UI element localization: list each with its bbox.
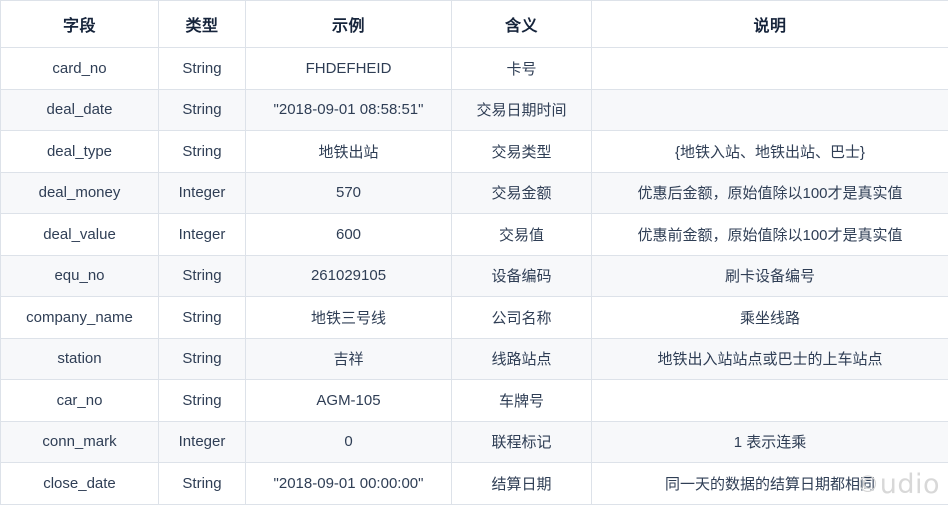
cell-type: String <box>158 254 246 297</box>
cell-example: 0 <box>245 420 452 463</box>
table-row: card_no String FHDEFHEID 卡号 <box>0 47 948 90</box>
cell-example: AGM-105 <box>245 379 452 422</box>
column-header-example: 示例 <box>245 0 452 48</box>
cell-example: 600 <box>245 213 452 256</box>
cell-field: car_no <box>0 379 159 422</box>
cell-type: Integer <box>158 213 246 256</box>
cell-example: 570 <box>245 171 452 214</box>
cell-field: deal_money <box>0 171 159 214</box>
cell-meaning: 设备编码 <box>451 254 592 297</box>
cell-field: conn_mark <box>0 420 159 463</box>
cell-field: deal_value <box>0 213 159 256</box>
cell-meaning: 结算日期 <box>451 462 592 505</box>
cell-meaning: 交易值 <box>451 213 592 256</box>
cell-type: String <box>158 296 246 339</box>
cell-description: 刷卡设备编号 <box>591 254 948 297</box>
cell-example: 地铁三号线 <box>245 296 452 339</box>
table-row: deal_type String 地铁出站 交易类型 {地铁入站、地铁出站、巴士} <box>0 130 948 173</box>
cell-type: String <box>158 47 246 90</box>
table-row: deal_money Integer 570 交易金额 优惠后金额，原始值除以100才是… <box>0 171 948 214</box>
cell-type: String <box>158 88 246 131</box>
table-row: deal_date String "2018-09-01 08:58:51" 交易日期… <box>0 88 948 131</box>
cell-example: "2018-09-01 08:58:51" <box>245 88 452 131</box>
cell-meaning: 公司名称 <box>451 296 592 339</box>
cell-description <box>591 379 948 422</box>
cell-example: FHDEFHEID <box>245 47 452 90</box>
cell-meaning: 交易金额 <box>451 171 592 214</box>
column-header-type: 类型 <box>158 0 246 48</box>
table-row: close_date String "2018-09-01 00:00:00" 结算日… <box>0 462 948 505</box>
cell-field: equ_no <box>0 254 159 297</box>
cell-meaning: 线路站点 <box>451 337 592 380</box>
table-row: deal_value Integer 600 交易值 优惠前金额，原始值除以100才是真… <box>0 213 948 256</box>
column-header-description: 说明 <box>591 0 948 48</box>
cell-example: 地铁出站 <box>245 130 452 173</box>
cell-example: 吉祥 <box>245 337 452 380</box>
cell-description: 优惠后金额，原始值除以100才是真实值 <box>591 171 948 214</box>
cell-type: String <box>158 462 246 505</box>
cell-field: station <box>0 337 159 380</box>
cell-type: String <box>158 379 246 422</box>
table-header: 字段 类型 示例 含义 说明 <box>0 0 948 48</box>
table-row: company_name String 地铁三号线 公司名称 乘坐线路 <box>0 296 948 339</box>
cell-description: 同一天的数据的结算日期都相同 <box>591 462 948 505</box>
column-header-meaning: 含义 <box>451 0 592 48</box>
cell-description: {地铁入站、地铁出站、巴士} <box>591 130 948 173</box>
cell-field: close_date <box>0 462 159 505</box>
cell-type: String <box>158 337 246 380</box>
table-body: card_no String FHDEFHEID 卡号 deal_date String "… <box>0 47 948 505</box>
table-row: car_no String AGM-105 车牌号 <box>0 379 948 422</box>
cell-example: "2018-09-01 00:00:00" <box>245 462 452 505</box>
cell-meaning: 车牌号 <box>451 379 592 422</box>
field-spec-table: 字段 类型 示例 含义 说明 card_no String FHDEFHEID 卡号 d… <box>0 0 948 505</box>
cell-meaning: 交易类型 <box>451 130 592 173</box>
cell-meaning: 联程标记 <box>451 420 592 463</box>
cell-type: Integer <box>158 171 246 214</box>
cell-example: 261029105 <box>245 254 452 297</box>
cell-type: String <box>158 130 246 173</box>
cell-description: 地铁出入站站点或巴士的上车站点 <box>591 337 948 380</box>
cell-meaning: 卡号 <box>451 47 592 90</box>
cell-field: deal_date <box>0 88 159 131</box>
cell-field: card_no <box>0 47 159 90</box>
cell-field: company_name <box>0 296 159 339</box>
table-row: station String 吉祥 线路站点 地铁出入站站点或巴士的上车站点 <box>0 337 948 380</box>
cell-description: 优惠前金额，原始值除以100才是真实值 <box>591 213 948 256</box>
column-header-field: 字段 <box>0 0 159 48</box>
cell-description <box>591 88 948 131</box>
cell-meaning: 交易日期时间 <box>451 88 592 131</box>
cell-description <box>591 47 948 90</box>
spec-table-page: 字段 类型 示例 含义 说明 card_no String FHDEFHEID 卡号 d… <box>0 0 948 506</box>
table-row: conn_mark Integer 0 联程标记 1 表示连乘 <box>0 420 948 463</box>
table-header-row: 字段 类型 示例 含义 说明 <box>0 0 948 48</box>
cell-type: Integer <box>158 420 246 463</box>
table-row: equ_no String 261029105 设备编码 刷卡设备编号 <box>0 254 948 297</box>
cell-description: 1 表示连乘 <box>591 420 948 463</box>
cell-field: deal_type <box>0 130 159 173</box>
cell-description: 乘坐线路 <box>591 296 948 339</box>
